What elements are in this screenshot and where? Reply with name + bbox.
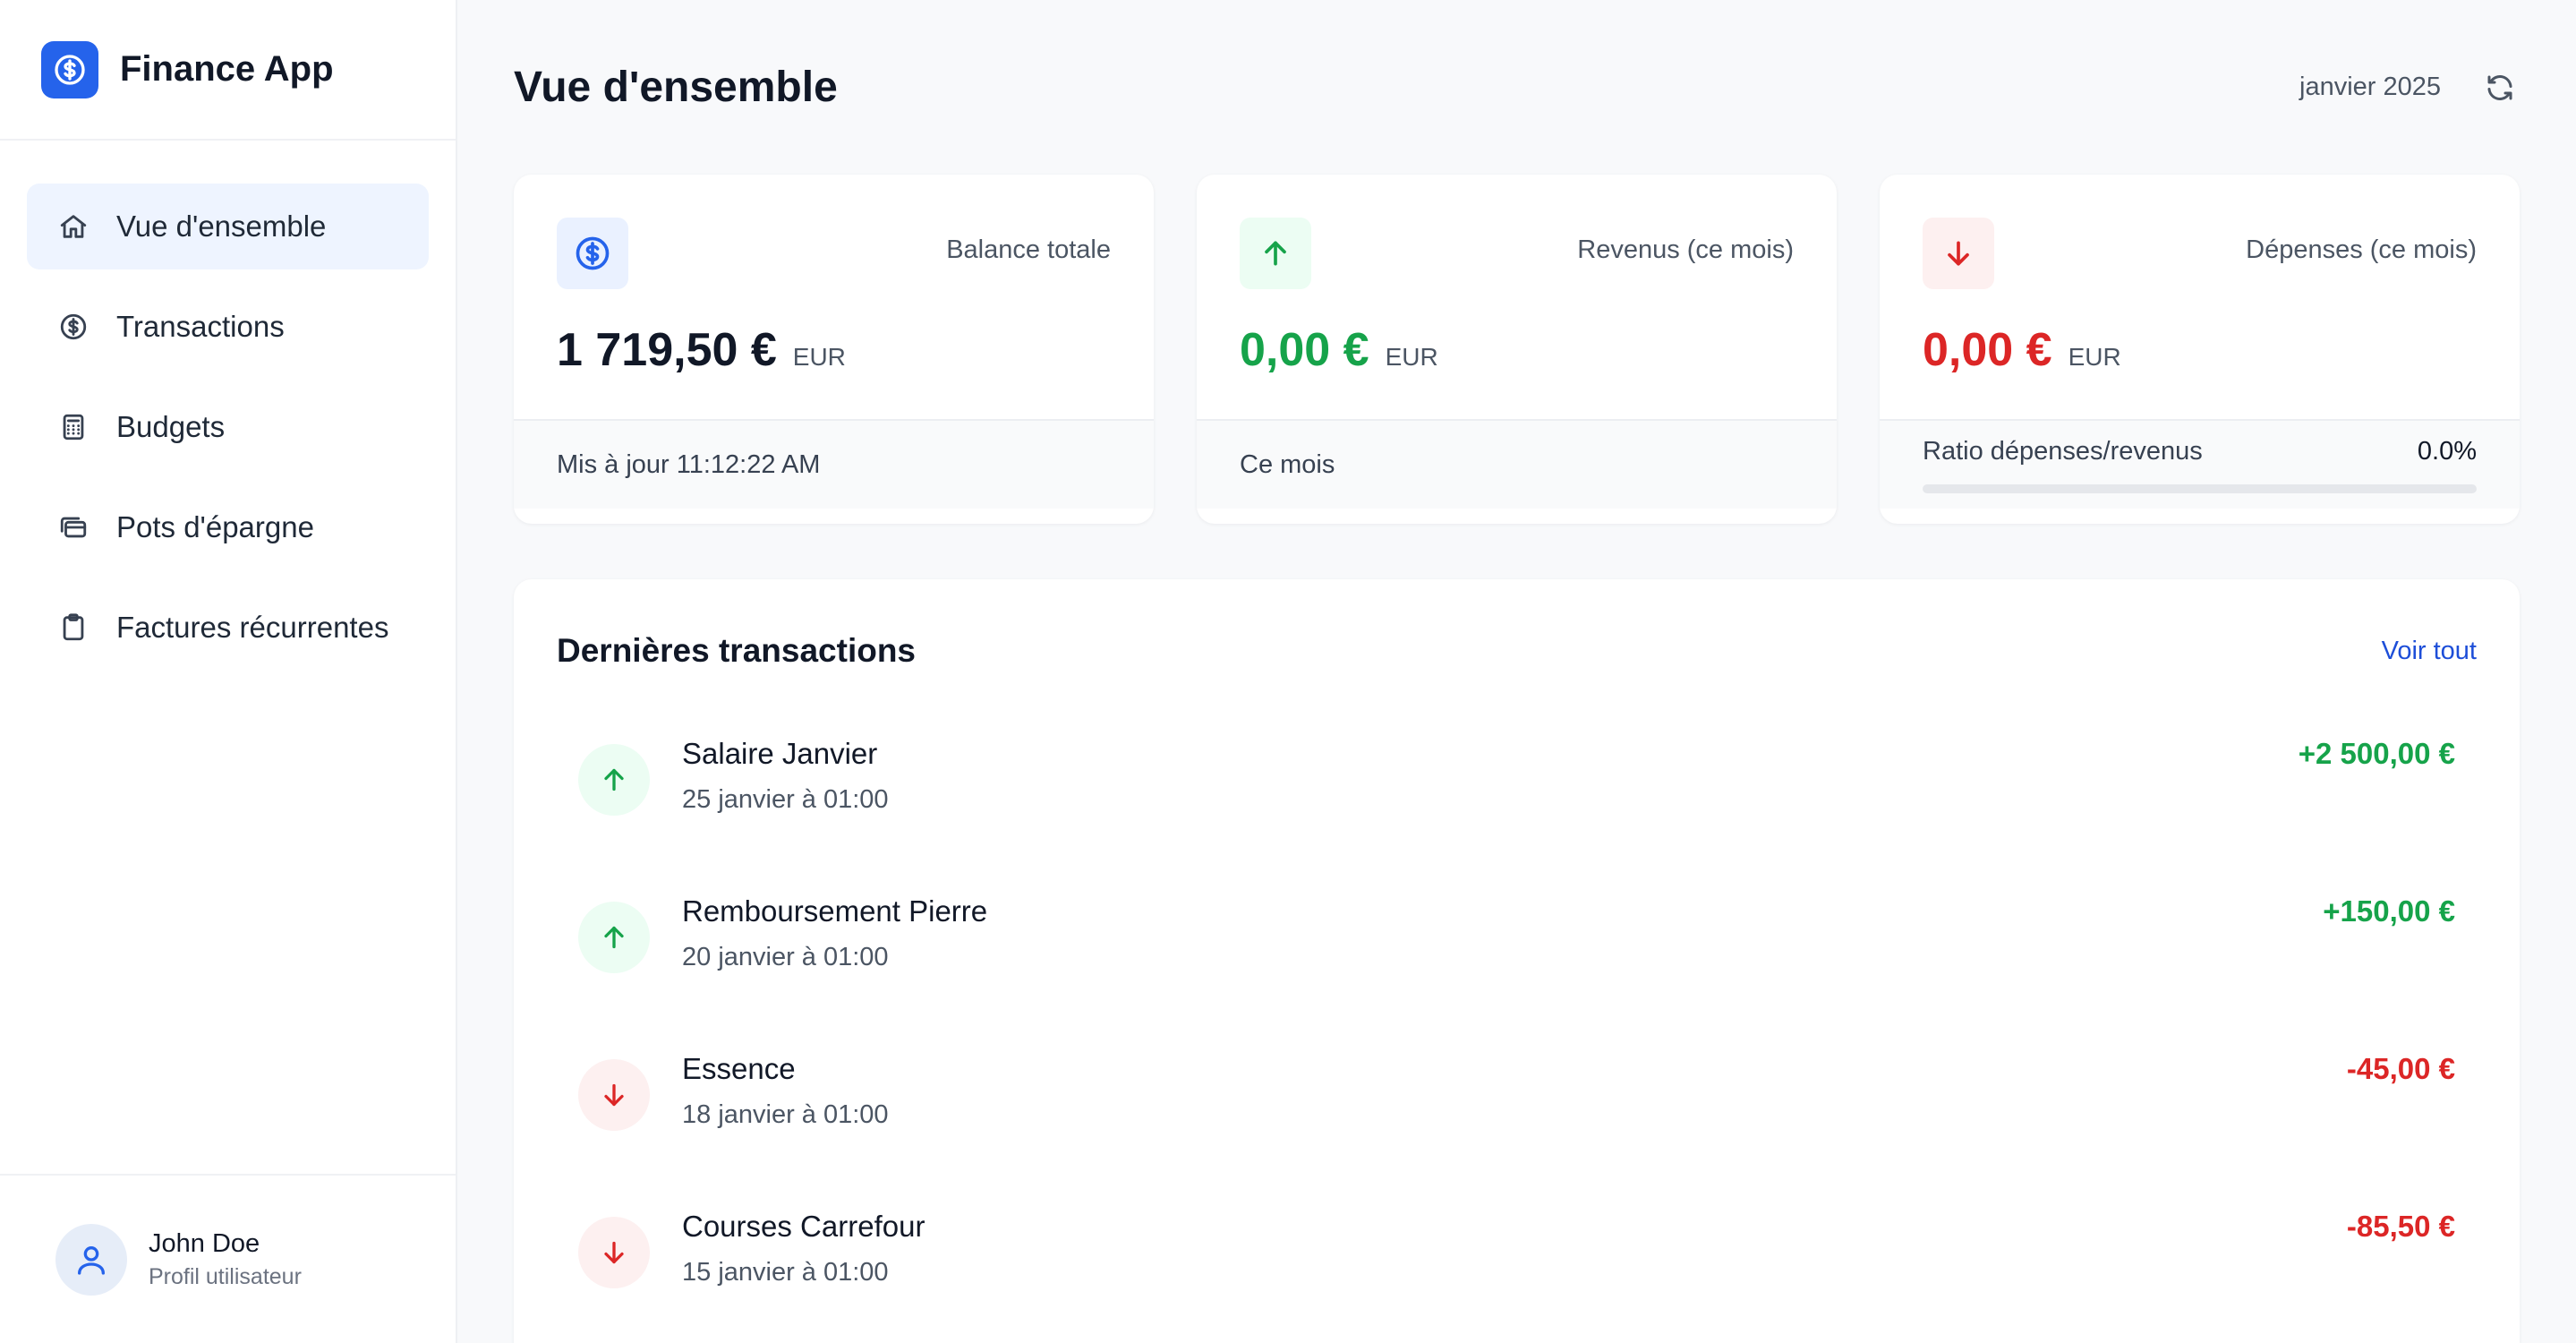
page-title: Vue d'ensemble [514, 64, 838, 111]
app-title: Finance App [120, 49, 334, 89]
transaction-date: 25 janvier à 01:00 [682, 785, 889, 814]
transaction-row[interactable]: Remboursement Pierre 20 janvier à 01:00 … [557, 873, 2477, 1031]
sidebar-item-recurring-bills[interactable]: Factures récurrentes [27, 585, 429, 671]
card-footer: Mis à jour 11:12:22 AM [514, 419, 1154, 509]
ratio-value: 0.0% [2417, 436, 2477, 466]
transaction-name: Essence [682, 1052, 796, 1085]
sidebar-item-transactions[interactable]: Transactions [27, 284, 429, 370]
clipboard-icon [57, 612, 90, 644]
sidebar-item-label: Factures récurrentes [116, 611, 389, 644]
transaction-amount: +150,00 € [2323, 894, 2455, 928]
transaction-amount: -45,00 € [2346, 1052, 2455, 1085]
ratio-label: Ratio dépenses/revenus [1923, 436, 2203, 466]
sidebar: Finance App Vue d'ensemble Transactions … [0, 0, 457, 1343]
header: Vue d'ensemble janvier 2025 [514, 0, 2520, 175]
profile-subtitle: Profil utilisateur [149, 1263, 302, 1289]
card-label: Balance totale [946, 235, 1111, 264]
currency-label: EUR [792, 343, 846, 371]
wallet-icon [57, 511, 90, 543]
refresh-icon[interactable] [2480, 68, 2520, 107]
recent-transactions-panel: Dernières transactions Voir tout Salaire… [514, 579, 2520, 1343]
profile-name: John Doe [149, 1228, 260, 1258]
expenses-amount: 0,00 € [1923, 324, 2052, 376]
sidebar-nav: Vue d'ensemble Transactions Budgets Pots… [0, 141, 456, 671]
sidebar-item-savings-pots[interactable]: Pots d'épargne [27, 484, 429, 570]
arrow-down-icon [578, 1217, 650, 1288]
dollar-circle-icon [41, 40, 98, 98]
card-footer: Ratio dépenses/revenus 0.0% [1880, 419, 2520, 509]
balance-card: Balance totale 1 719,50 € EUR Mis à jour… [514, 175, 1154, 524]
period-label: janvier 2025 [2299, 73, 2441, 101]
sidebar-item-label: Pots d'épargne [116, 510, 314, 543]
main-content: Vue d'ensemble janvier 2025 Balance tota… [457, 0, 2576, 1343]
sidebar-item-overview[interactable]: Vue d'ensemble [27, 184, 429, 269]
arrow-up-icon [1240, 218, 1311, 289]
income-card: Revenus (ce mois) 0,00 € EUR Ce mois [1197, 175, 1837, 524]
sidebar-item-budgets[interactable]: Budgets [27, 384, 429, 470]
sidebar-item-label: Budgets [116, 410, 226, 443]
ratio-progress-bar [1923, 483, 2477, 493]
home-icon [57, 210, 90, 243]
balance-amount: 1 719,50 € [557, 324, 777, 376]
brand[interactable]: Finance App [0, 0, 456, 141]
dollar-circle-icon [557, 218, 628, 289]
transaction-row[interactable]: Essence 18 janvier à 01:00 -45,00 € [557, 1031, 2477, 1188]
transaction-row[interactable]: Courses Carrefour 15 janvier à 01:00 -85… [557, 1188, 2477, 1343]
transaction-date: 18 janvier à 01:00 [682, 1100, 889, 1129]
currency-label: EUR [2068, 343, 2121, 371]
arrow-down-icon [1923, 218, 1994, 289]
transaction-date: 15 janvier à 01:00 [682, 1258, 889, 1287]
card-label: Dépenses (ce mois) [2246, 235, 2477, 264]
transaction-name: Remboursement Pierre [682, 894, 988, 928]
arrow-up-icon [578, 744, 650, 816]
income-amount: 0,00 € [1240, 324, 1369, 376]
summary-cards: Balance totale 1 719,50 € EUR Mis à jour… [514, 175, 2520, 524]
sidebar-item-label: Vue d'ensemble [116, 210, 327, 243]
arrow-up-icon [578, 902, 650, 973]
sidebar-item-label: Transactions [116, 310, 285, 343]
expenses-card: Dépenses (ce mois) 0,00 € EUR Ratio dépe… [1880, 175, 2520, 524]
section-title: Dernières transactions [557, 632, 917, 669]
transaction-amount: -85,50 € [2346, 1210, 2455, 1243]
see-all-link[interactable]: Voir tout [2382, 637, 2477, 666]
dollar-circle-icon [57, 311, 90, 343]
transaction-row[interactable]: Salaire Janvier 25 janvier à 01:00 +2 50… [557, 715, 2477, 873]
transaction-name: Salaire Janvier [682, 737, 878, 770]
user-profile[interactable]: John Doe Profil utilisateur [0, 1174, 456, 1343]
user-icon [55, 1223, 127, 1296]
card-footer: Ce mois [1197, 419, 1837, 509]
calculator-icon [57, 411, 90, 443]
transaction-amount: +2 500,00 € [2298, 737, 2455, 770]
arrow-down-icon [578, 1059, 650, 1131]
currency-label: EUR [1385, 343, 1438, 371]
transaction-name: Courses Carrefour [682, 1210, 925, 1243]
transaction-date: 20 janvier à 01:00 [682, 943, 889, 971]
card-label: Revenus (ce mois) [1577, 235, 1794, 264]
